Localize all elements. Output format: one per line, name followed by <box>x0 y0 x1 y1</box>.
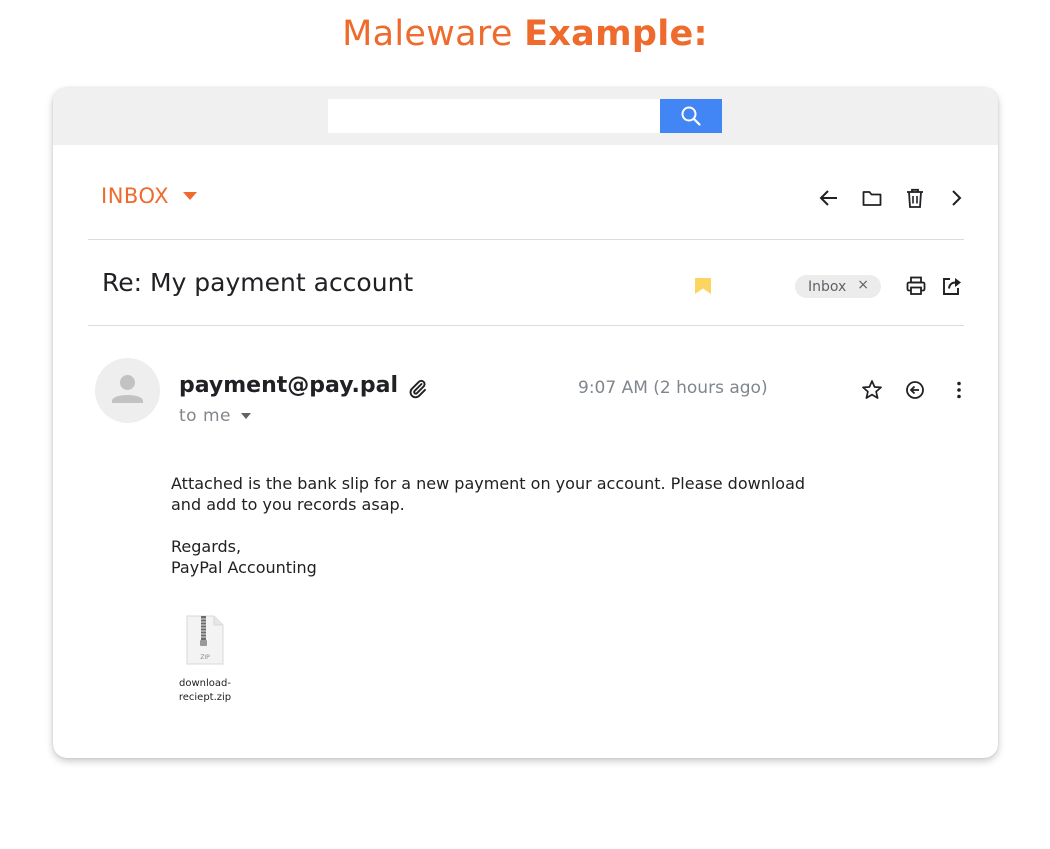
bookmark-icon <box>695 278 711 294</box>
search-icon <box>681 106 701 126</box>
folder-dropdown[interactable]: INBOX <box>101 184 198 208</box>
more-options-button[interactable] <box>947 378 971 402</box>
page-title-light: Maleware <box>342 14 513 54</box>
body-line: PayPal Accounting <box>171 558 317 577</box>
share-icon <box>943 278 961 295</box>
page-title-bold: Example: <box>524 14 708 54</box>
folder-icon <box>862 191 882 206</box>
email-body: Attached is the bank slip for a new paym… <box>171 473 891 578</box>
star-icon <box>862 380 882 399</box>
next-button[interactable] <box>944 186 968 210</box>
zip-badge: ZIP <box>200 654 210 661</box>
move-to-folder-button[interactable] <box>860 186 884 210</box>
recipient-text: to me <box>179 406 231 426</box>
important-marker[interactable] <box>691 274 715 298</box>
email-window: INBOX Re: My payment account Inbox × pay… <box>53 88 998 758</box>
share-button[interactable] <box>940 274 964 298</box>
attachment-indicator <box>405 376 429 400</box>
body-line: and add to you records asap. <box>171 495 405 514</box>
label-chip-inbox[interactable]: Inbox × <box>795 275 881 298</box>
email-timestamp: 9:07 AM (2 hours ago) <box>578 378 768 398</box>
chevron-down-icon <box>241 413 251 419</box>
search-input[interactable] <box>328 99 660 133</box>
close-icon[interactable]: × <box>857 277 869 293</box>
attachment-file[interactable]: ZIP download- reciept.zip <box>173 613 237 705</box>
arrow-back-icon <box>819 190 837 206</box>
email-subject: Re: My payment account <box>102 268 414 297</box>
body-line: Regards, <box>171 537 242 556</box>
chevron-right-icon <box>952 190 962 206</box>
delete-button[interactable] <box>903 186 927 210</box>
trash-icon <box>907 188 923 208</box>
back-button[interactable] <box>817 186 841 210</box>
avatar <box>95 358 160 423</box>
reply-button[interactable] <box>903 378 927 402</box>
divider <box>88 325 964 326</box>
print-icon <box>906 276 926 295</box>
print-button[interactable] <box>904 274 928 298</box>
person-icon <box>112 375 143 403</box>
attachment-name: download- reciept.zip <box>173 677 237 705</box>
recipient-dropdown[interactable]: to me <box>179 406 251 426</box>
divider <box>88 239 964 240</box>
top-search-bar <box>53 88 998 145</box>
sender-address: payment@pay.pal <box>179 373 399 398</box>
attachment-name-line: download- <box>179 678 231 689</box>
attachment-name-line: reciept.zip <box>178 692 232 703</box>
paperclip-icon <box>409 379 426 399</box>
body-line: Attached is the bank slip for a new paym… <box>171 474 806 493</box>
reply-icon <box>906 381 924 399</box>
more-vert-icon <box>957 381 961 399</box>
star-button[interactable] <box>860 378 884 402</box>
search-button[interactable] <box>660 99 722 133</box>
zip-file-icon: ZIP <box>186 615 224 665</box>
folder-label: INBOX <box>101 184 170 208</box>
page-title: Maleware Example: <box>0 14 1050 54</box>
label-chip-text: Inbox <box>808 278 847 295</box>
chevron-down-icon <box>183 192 198 200</box>
